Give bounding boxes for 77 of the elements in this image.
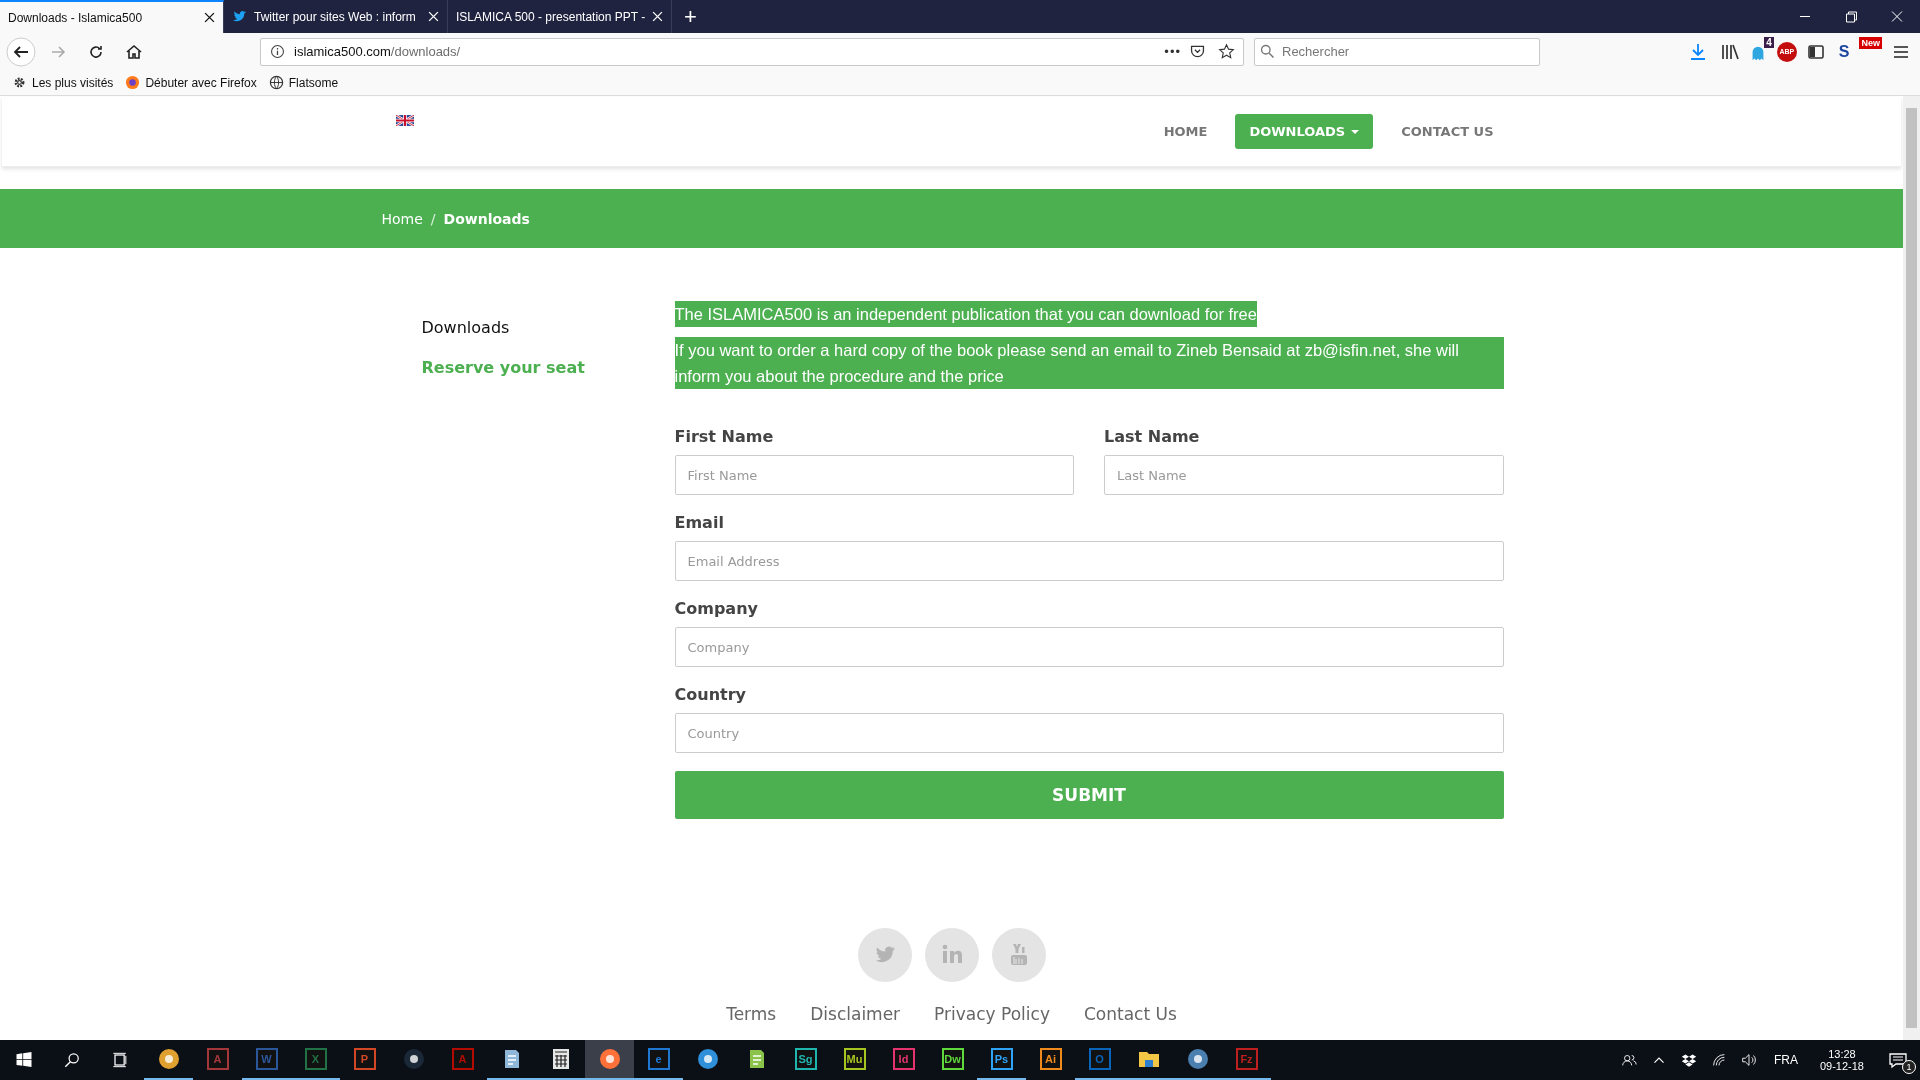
gear-icon: [12, 75, 27, 90]
footer-link[interactable]: Disclaimer: [810, 1004, 901, 1024]
footer-link[interactable]: Contact Us: [1083, 1004, 1177, 1024]
app-tile-icon: X: [304, 1048, 327, 1070]
back-icon[interactable]: [6, 36, 36, 67]
bookmark-label: Débuter avec Firefox: [145, 75, 257, 90]
taskbar-app-button[interactable]: P: [340, 1040, 389, 1080]
new-extension-button[interactable]: New: [1859, 37, 1882, 49]
app-tile-icon: O: [1088, 1048, 1111, 1070]
bookmark-label: Les plus visités: [32, 75, 114, 90]
tab-title: Downloads - Islamica500: [8, 10, 144, 25]
taskbar-app-button[interactable]: e: [634, 1040, 683, 1080]
more-actions-button[interactable]: •••: [1164, 44, 1181, 59]
app-tile-icon: Fz: [1235, 1048, 1258, 1070]
app-tile-icon: Dw: [941, 1048, 964, 1070]
search-bar[interactable]: Rechercher: [1254, 37, 1540, 66]
clock[interactable]: 13:28 09-12-18: [1807, 1048, 1876, 1072]
tab-title: ISLAMICA 500 - presentation PPT -: [456, 9, 645, 24]
bookmark-item[interactable]: Les plus visités: [12, 75, 114, 90]
field-label: Last Name: [1104, 427, 1201, 446]
language-indicator[interactable]: FRA: [1763, 1053, 1808, 1067]
footer-link[interactable]: Privacy Policy: [934, 1004, 1050, 1024]
new-tab-button[interactable]: +: [672, 0, 709, 33]
search-field[interactable]: Rechercher: [1280, 43, 1539, 60]
bookmark-label: Flatsome: [288, 75, 339, 90]
app-tile-icon: P: [353, 1048, 376, 1070]
input-field[interactable]: Country: [674, 713, 1504, 753]
taskbar-app-button[interactable]: Mu: [830, 1040, 879, 1080]
taskbar-app-button[interactable]: Sg: [781, 1040, 830, 1080]
bird-icon: [232, 9, 247, 24]
notification-count: 1: [1902, 1060, 1916, 1074]
notification-icon[interactable]: [1888, 1050, 1908, 1070]
app-tile-icon: Mu: [843, 1048, 866, 1070]
bookmark-item[interactable]: Débuter avec Firefox: [125, 75, 257, 90]
badge-count: 4: [1764, 36, 1774, 48]
field-label: Company: [674, 599, 759, 618]
breadcrumb-separator: /: [430, 210, 436, 227]
intro-text: The ISLAMICA500 is an independent publication that you can download for free: [674, 301, 1257, 327]
taskbar-app-button[interactable]: [585, 1040, 634, 1080]
taskbar-app-button[interactable]: X: [291, 1040, 340, 1080]
app-tile-icon: Ps: [990, 1048, 1013, 1070]
browser-logo-icon: [125, 75, 141, 90]
tab-title: Twitter pour sites Web : inform: [254, 9, 417, 24]
nav-link[interactable]: HOME: [1149, 114, 1222, 149]
close-icon[interactable]: [204, 12, 215, 23]
field-label: First Name: [674, 427, 775, 446]
app-tile-icon: Sg: [794, 1048, 817, 1070]
taskbar-app-button[interactable]: Ai: [1026, 1040, 1075, 1080]
flag-icon[interactable]: [395, 115, 414, 126]
input-field[interactable]: Email Address: [674, 541, 1504, 581]
address-bar[interactable]: islamica500.com/downloads/ •••: [260, 37, 1244, 66]
app-tile-icon: A: [451, 1048, 474, 1070]
nav-link[interactable]: CONTACT US: [1387, 114, 1508, 149]
taskbar-app-button[interactable]: Dw: [928, 1040, 977, 1080]
taskbar-app-button[interactable]: Ps: [977, 1040, 1026, 1080]
taskbar-app-button[interactable]: O: [1075, 1040, 1124, 1080]
bookmark-item[interactable]: Flatsome: [268, 75, 339, 90]
extension-button[interactable]: S: [1834, 42, 1854, 61]
globe-icon: [268, 75, 284, 90]
sidebar-link[interactable]: Downloads: [421, 318, 675, 337]
taskbar-app-button[interactable]: Fz: [1222, 1040, 1271, 1080]
app-tile-icon: Id: [892, 1048, 915, 1070]
footer-link[interactable]: Terms: [726, 1004, 777, 1024]
input-field[interactable]: Last Name: [1104, 455, 1504, 495]
app-tile-icon: W: [255, 1048, 278, 1070]
input-field[interactable]: Company: [674, 627, 1504, 667]
taskbar-app-button[interactable]: Id: [879, 1040, 928, 1080]
field-label: Email: [674, 513, 725, 532]
scrollbar[interactable]: [1903, 96, 1920, 1040]
app-tile-icon: Ai: [1039, 1048, 1062, 1070]
browser-tab[interactable]: Downloads - Islamica500: [0, 0, 224, 33]
field-label: Country: [674, 685, 747, 704]
app-tile-icon: A: [206, 1048, 229, 1070]
app-tile-icon: e: [647, 1048, 670, 1070]
input-field[interactable]: First Name: [674, 455, 1074, 495]
intro-text: If you want to order a hard copy of the book please send an email to Zineb Bensaid at zb@isfin.net, she will inform you about the procedure and the price: [674, 337, 1504, 389]
url-text: islamica500.com/downloads/: [294, 44, 462, 59]
